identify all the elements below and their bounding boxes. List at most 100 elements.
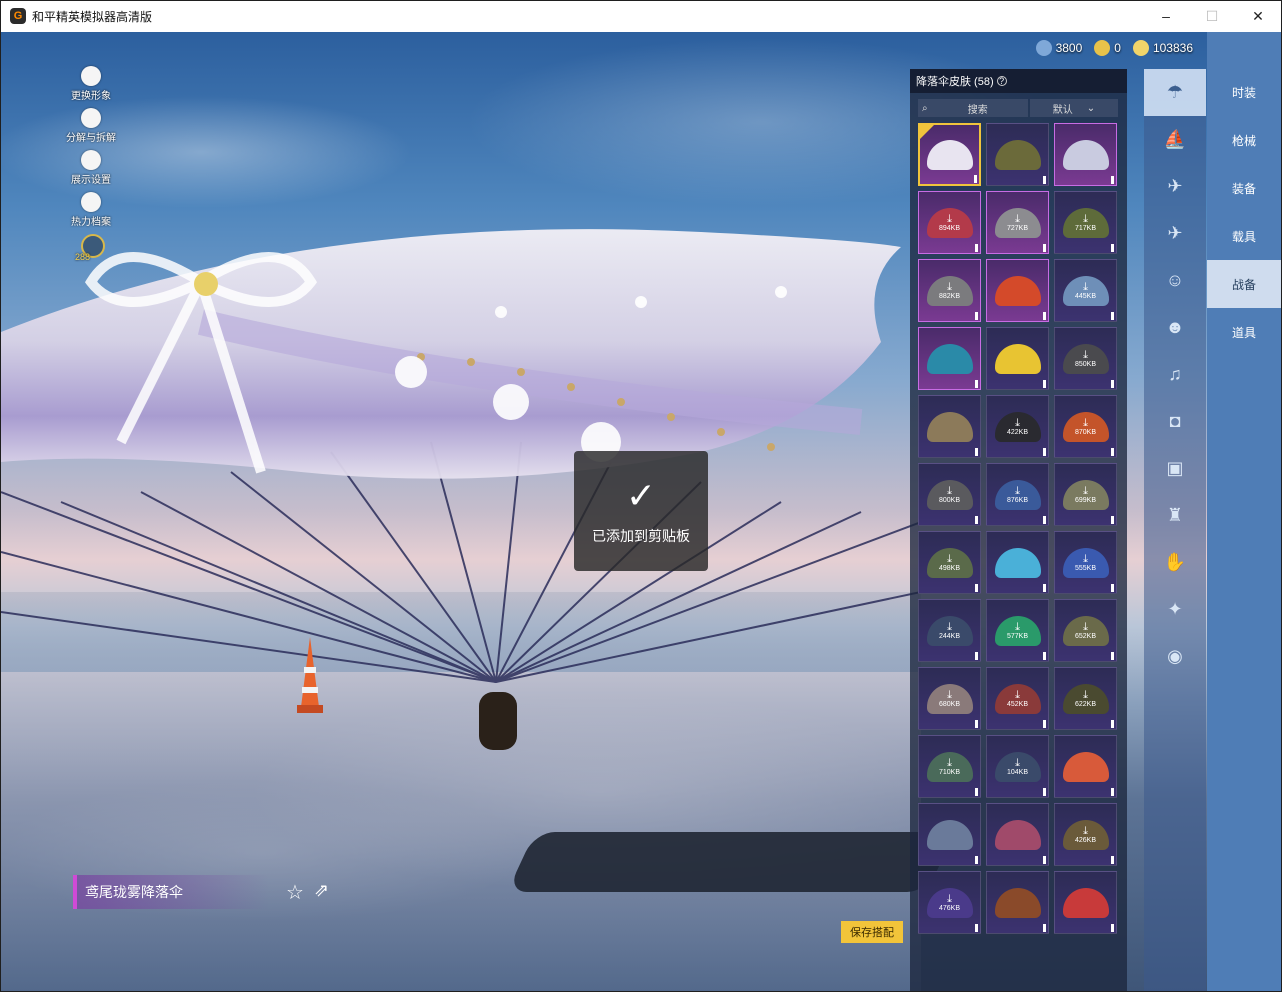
download-icon: ⤓	[1015, 212, 1020, 225]
skin-tile[interactable]	[918, 327, 981, 390]
download-size: 699KB	[1074, 496, 1097, 504]
parachute-icon[interactable]: ☂	[1144, 69, 1206, 116]
uc-coin-icon	[1035, 40, 1052, 56]
skin-tile[interactable]: ⤓ 422KB	[986, 395, 1049, 458]
clipboard-toast: ✓ 已添加到剪贴板	[574, 451, 708, 571]
parachute-thumbnail: ⤓ 870KB	[1062, 411, 1109, 442]
window-close-button[interactable]: ✕	[1235, 1, 1281, 31]
skin-tile[interactable]: ⤓ 727KB	[986, 191, 1049, 254]
search-placeholder: 搜索	[967, 104, 988, 116]
skin-tile[interactable]: ⤓ 104KB	[986, 735, 1049, 798]
tab-5[interactable]: 道具	[1207, 308, 1281, 356]
star-icon[interactable]: ☆	[286, 880, 304, 905]
skin-tile[interactable]: ⤓ 498KB	[918, 531, 981, 594]
download-size: 498KB	[938, 564, 961, 572]
change-appearance-button[interactable]: 更换形象	[61, 66, 121, 102]
skin-tile[interactable]: ⤓ 577KB	[986, 599, 1049, 662]
sound-icon[interactable]: ♫	[1144, 351, 1206, 398]
plane-icon[interactable]: ✈	[1144, 210, 1206, 257]
companion-icon[interactable]: ☻	[1144, 304, 1206, 351]
badge-icon[interactable]: ◘	[1144, 398, 1206, 445]
skin-tile[interactable]	[986, 327, 1049, 390]
ufo-icon[interactable]: ◉	[1144, 633, 1206, 680]
owned-indicator	[975, 720, 978, 728]
parachute-skin-panel: 降落伞皮肤 (58) ? ⌕ 搜索 默认 ⌄ ⤓ 894KB ⤓ 727KB ⤓ 717K…	[910, 69, 1127, 991]
owned-indicator	[974, 175, 977, 183]
help-icon[interactable]: ?	[996, 76, 1007, 86]
skin-tile[interactable]	[1054, 123, 1117, 186]
parachute-thumbnail: ⤓ 876KB	[994, 479, 1041, 510]
skin-tile[interactable]: ⤓ 426KB	[1054, 803, 1117, 866]
skin-tile[interactable]: ⤓ 555KB	[1054, 531, 1117, 594]
skin-tile[interactable]	[986, 259, 1049, 322]
sort-dropdown[interactable]: 默认 ⌄	[1030, 99, 1118, 117]
display-settings-button[interactable]: 展示设置	[61, 150, 121, 186]
tab-4[interactable]: 战备	[1207, 260, 1281, 308]
download-icon: ⤓	[1083, 416, 1088, 429]
boat-icon[interactable]: ⛵	[1144, 116, 1206, 163]
item-name-label: 鸢尾珑雾降落伞	[73, 875, 269, 909]
hand-icon[interactable]: ✋	[1144, 539, 1206, 586]
magic-wand-icon[interactable]: ✦	[1144, 586, 1206, 633]
download-size: 870KB	[1074, 428, 1097, 436]
skin-tile[interactable]: ⤓ 452KB	[986, 667, 1049, 730]
selected-check-icon	[920, 125, 934, 139]
panel-title: 降落伞皮肤 (58)	[916, 76, 994, 88]
skin-tile[interactable]: ⤓ 244KB	[918, 599, 981, 662]
skin-tile[interactable]: ⤓ 622KB	[1054, 667, 1117, 730]
skin-tile[interactable]: ⤓ 710KB	[918, 735, 981, 798]
decompose-button[interactable]: 分解与拆解	[61, 108, 121, 144]
owned-indicator	[1043, 788, 1046, 796]
skin-tile[interactable]: ⤓ 717KB	[1054, 191, 1117, 254]
skin-tile[interactable]	[1054, 871, 1117, 934]
emote-icon[interactable]: ☺	[1144, 257, 1206, 304]
skin-tile[interactable]	[918, 395, 981, 458]
skin-tile[interactable]: ⤓ 445KB	[1054, 259, 1117, 322]
download-icon: ⤓	[947, 484, 952, 497]
parachute-thumbnail	[926, 343, 973, 374]
skin-tile[interactable]: ⤓ 652KB	[1054, 599, 1117, 662]
owned-indicator	[975, 516, 978, 524]
tab-rail-spacer	[1207, 32, 1281, 68]
heat-profile-button[interactable]: 热力档案	[61, 192, 121, 228]
search-input[interactable]: ⌕ 搜索	[918, 99, 1028, 117]
skin-tile[interactable]: ⤓ 894KB	[918, 191, 981, 254]
skin-tile[interactable]	[986, 803, 1049, 866]
level-badge[interactable]: 288	[75, 234, 105, 262]
skin-tile[interactable]: ⤓ 800KB	[918, 463, 981, 526]
skin-tile[interactable]: ⤓ 850KB	[1054, 327, 1117, 390]
extinguisher-icon[interactable]: ♜	[1144, 492, 1206, 539]
toast-text: 已添加到剪贴板	[592, 528, 690, 544]
tab-2[interactable]: 装备	[1207, 164, 1281, 212]
save-outfit-button[interactable]: 保存搭配	[841, 921, 903, 943]
picture-icon[interactable]: ▣	[1144, 445, 1206, 492]
minimize-button[interactable]: –	[1143, 1, 1189, 31]
skin-tile[interactable]	[986, 531, 1049, 594]
skin-tile[interactable]: ⤓ 680KB	[918, 667, 981, 730]
skin-tile[interactable]	[986, 871, 1049, 934]
maximize-button[interactable]: ☐	[1189, 1, 1235, 31]
skin-tile[interactable]	[986, 123, 1049, 186]
tab-0[interactable]: 时装	[1207, 68, 1281, 116]
owned-indicator	[1043, 584, 1046, 592]
drone-icon[interactable]: ✈	[1144, 163, 1206, 210]
skin-tile[interactable]: ⤓ 476KB	[918, 871, 981, 934]
skin-tile[interactable]: ⤓ 876KB	[986, 463, 1049, 526]
parachute-thumbnail	[994, 343, 1041, 374]
download-size: 555KB	[1074, 564, 1097, 572]
skin-tile[interactable]	[1054, 735, 1117, 798]
skin-tile[interactable]: ⤓ 870KB	[1054, 395, 1117, 458]
download-size: 452KB	[1006, 700, 1029, 708]
owned-indicator	[1043, 176, 1046, 184]
download-icon: ⤓	[947, 280, 952, 293]
download-icon: ⤓	[1015, 756, 1020, 769]
skin-tile[interactable]	[918, 803, 981, 866]
skin-tile[interactable]	[918, 123, 981, 186]
tab-1[interactable]: 枪械	[1207, 116, 1281, 164]
person-icon	[81, 66, 101, 86]
download-size: 104KB	[1006, 768, 1029, 776]
skin-tile[interactable]: ⤓ 882KB	[918, 259, 981, 322]
skin-tile[interactable]: ⤓ 699KB	[1054, 463, 1117, 526]
tab-3[interactable]: 载具	[1207, 212, 1281, 260]
share-icon[interactable]: ⇗	[314, 880, 329, 901]
